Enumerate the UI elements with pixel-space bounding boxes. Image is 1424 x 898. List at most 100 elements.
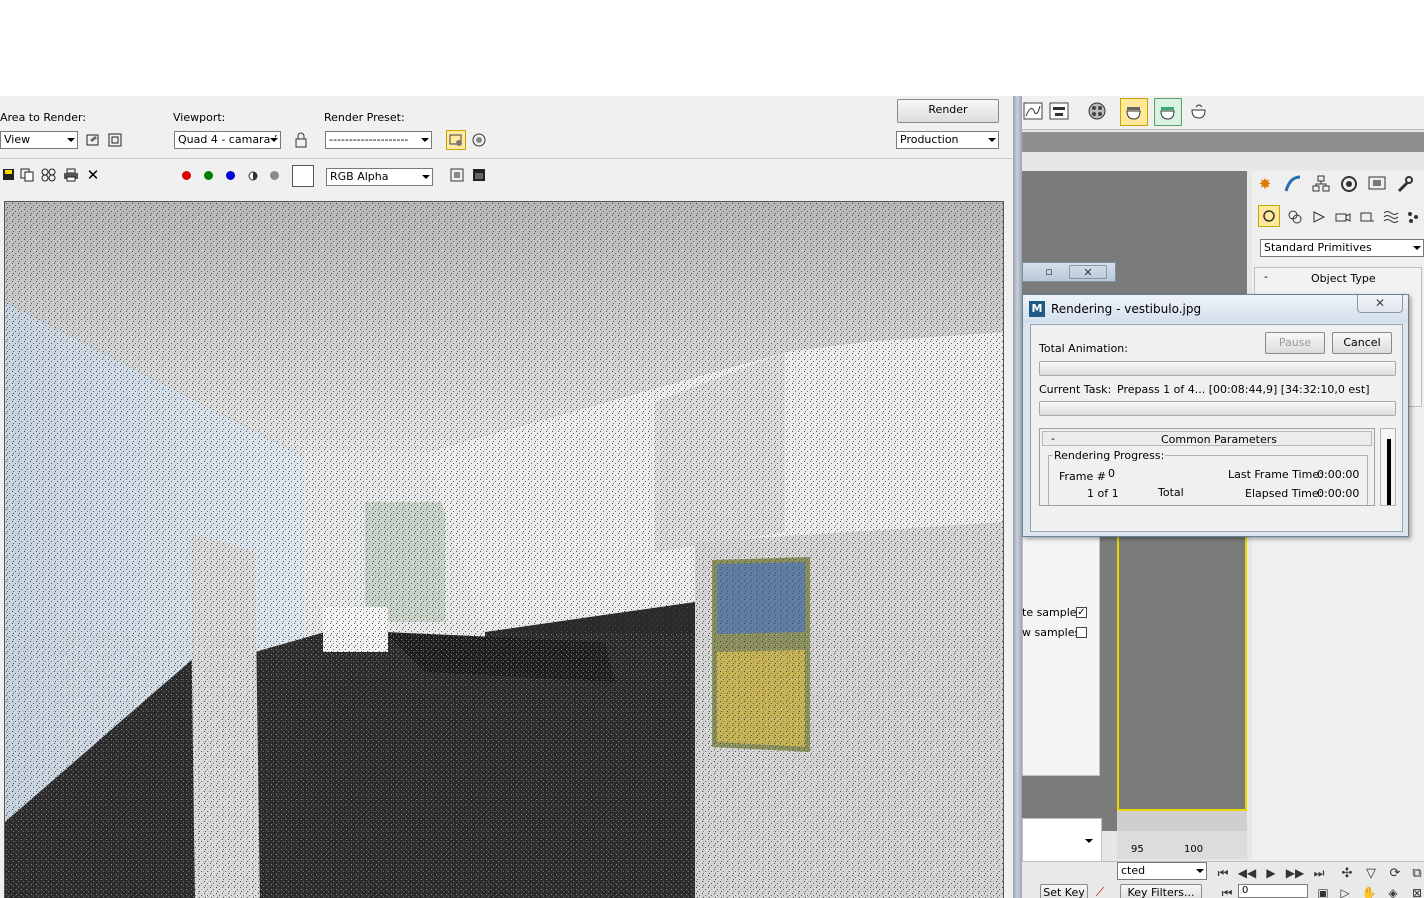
current-frame-value: 0 [1242,885,1249,896]
last-frame-time-value: 0:00:00 [1317,468,1360,481]
go-to-end-icon[interactable]: ⏭ [1308,862,1330,884]
color-swatch[interactable] [292,165,314,187]
frame-value: 0 [1108,467,1115,480]
helpers-category-icon[interactable] [1356,206,1378,228]
area-to-render-label: Area to Render: [0,111,87,124]
previous-frame-icon[interactable]: ◀◀ [1236,862,1258,884]
toggle-ui-icon[interactable] [470,166,488,184]
lock-icon[interactable] [292,131,310,149]
elapsed-time-value: 0:00:00 [1317,487,1360,500]
object-type-collapse[interactable]: - [1264,270,1268,283]
selected-set-dropdown[interactable]: cted [1117,862,1207,880]
hierarchy-tab-icon[interactable] [1310,173,1332,195]
common-parameters-collapse[interactable]: - [1051,432,1055,445]
maximize-icon[interactable]: ▫ [1039,265,1059,279]
motion-tab-icon[interactable] [1338,173,1360,195]
print-image-icon[interactable] [62,166,80,184]
rollout-scrollbar-thumb[interactable] [1387,439,1391,505]
alpha-channel-toggle[interactable] [266,167,284,185]
auto-region-icon[interactable] [106,131,124,149]
render-preset-label: Render Preset: [324,111,405,124]
pan-icon[interactable]: ✣ [1336,862,1358,884]
material-editor-icon[interactable] [1086,100,1108,122]
chevron-down-icon[interactable] [1085,839,1093,843]
modify-tab-icon[interactable] [1282,173,1304,195]
samples-checkbox-1[interactable]: ✓ [1076,607,1087,618]
clone-frame-icon[interactable] [40,166,58,184]
save-image-icon[interactable] [0,166,18,184]
maximize-viewport-icon[interactable]: ⧉ [1406,862,1424,884]
area-to-render-value: View [4,133,31,146]
samples-checkbox-2[interactable] [1076,627,1087,638]
key-filters-button[interactable]: Key Filters... [1120,884,1202,898]
copy-image-icon[interactable] [18,166,36,184]
toolbar-separator [0,158,1015,159]
blue-channel-toggle[interactable] [222,167,240,185]
render-preset-value: -------------------- [329,133,409,146]
render-button[interactable]: Render [897,99,999,123]
green-channel-toggle[interactable] [200,167,218,185]
rendering-progress-label: Rendering Progress: [1053,449,1166,462]
next-frame-icon[interactable]: ▶▶ [1284,862,1306,884]
area-to-render-dropdown[interactable]: View [0,131,78,149]
rendering-dialog-body: Total Animation: Pause Cancel Current Ta… [1030,324,1403,532]
pause-button[interactable]: Pause [1265,332,1325,354]
shapes-category-icon[interactable] [1284,206,1306,228]
utilities-tab-icon[interactable] [1394,173,1416,195]
set-key-button[interactable]: Set Key [1040,884,1088,898]
common-parameters-title: Common Parameters [1161,433,1277,446]
space-warps-category-icon[interactable] [1380,206,1402,228]
curve-editor-icon[interactable] [1022,100,1044,122]
min-max-toggle-icon[interactable]: ⊠ [1406,882,1424,898]
geometry-type-dropdown[interactable]: Standard Primitives [1260,239,1424,257]
clear-image-icon[interactable]: ✕ [84,166,102,184]
orbit-icon[interactable]: ⟳ [1384,862,1406,884]
toggle-ui-overlay-icon[interactable] [448,166,466,184]
current-frame-field[interactable]: 0 [1238,884,1308,898]
geometry-category-icon[interactable] [1258,205,1280,227]
close-icon[interactable]: ✕ [1357,295,1403,313]
rendered-image-vestibulo [4,201,1004,898]
play-icon[interactable]: ▶ [1260,862,1282,884]
lights-category-icon[interactable] [1308,206,1330,228]
rendering-progress-group: Frame # 0 1 of 1 Total Last Frame Time: … [1048,455,1368,505]
environment-effects-icon[interactable] [470,131,488,149]
production-dropdown[interactable]: Production [896,131,999,149]
display-tab-icon[interactable] [1366,173,1388,195]
orbit-camera-icon[interactable]: ◈ [1382,882,1404,898]
field-of-view-icon[interactable]: ▽ [1360,862,1382,884]
time-config-icon[interactable]: ▣ [1312,882,1334,898]
hand-icon[interactable]: ✋ [1358,882,1380,898]
go-to-start-icon[interactable]: ⏮ [1212,862,1234,884]
key-mode-icon[interactable]: ⟋ [1092,884,1108,898]
cameras-category-icon[interactable] [1332,206,1354,228]
rollout-scrollbar[interactable] [1380,428,1396,506]
background-dialog-panel [1022,536,1100,776]
render-setup-icon[interactable] [446,130,466,150]
selected-set-value: cted [1121,864,1146,877]
time-slider[interactable] [1117,811,1247,831]
alpha-channel-icon [270,171,279,180]
display-channel-value: RGB Alpha [330,170,389,183]
green-channel-icon [204,171,213,180]
red-channel-toggle[interactable] [178,167,196,185]
close-icon[interactable]: ✕ [1069,265,1107,279]
cancel-button[interactable]: Cancel [1332,332,1392,354]
common-parameters-rollout: - Common Parameters Rendering Progress: … [1039,428,1375,506]
common-parameters-header[interactable]: - Common Parameters [1042,431,1372,446]
display-channel-dropdown[interactable]: RGB Alpha [326,168,433,186]
mono-channel-toggle[interactable] [244,167,262,185]
mono-channel-icon [248,171,258,181]
viewport-dropdown[interactable]: Quad 4 - camara ’ [174,131,281,149]
systems-category-icon[interactable] [1402,206,1424,228]
render-preset-dropdown[interactable]: -------------------- [325,131,432,149]
viewport-label: Viewport: [173,111,226,124]
schematic-view-icon[interactable] [1048,100,1070,122]
render-setup-teapot-icon[interactable] [1120,98,1148,126]
edit-region-icon[interactable] [84,131,102,149]
create-tab-icon[interactable]: ✸ [1254,173,1276,195]
walk-through-icon[interactable]: ▷ [1334,882,1356,898]
rendered-frame-window-icon[interactable] [1154,98,1182,126]
render-production-icon[interactable] [1188,100,1210,122]
key-mode-toggle-icon[interactable]: ⏮ [1216,882,1238,898]
